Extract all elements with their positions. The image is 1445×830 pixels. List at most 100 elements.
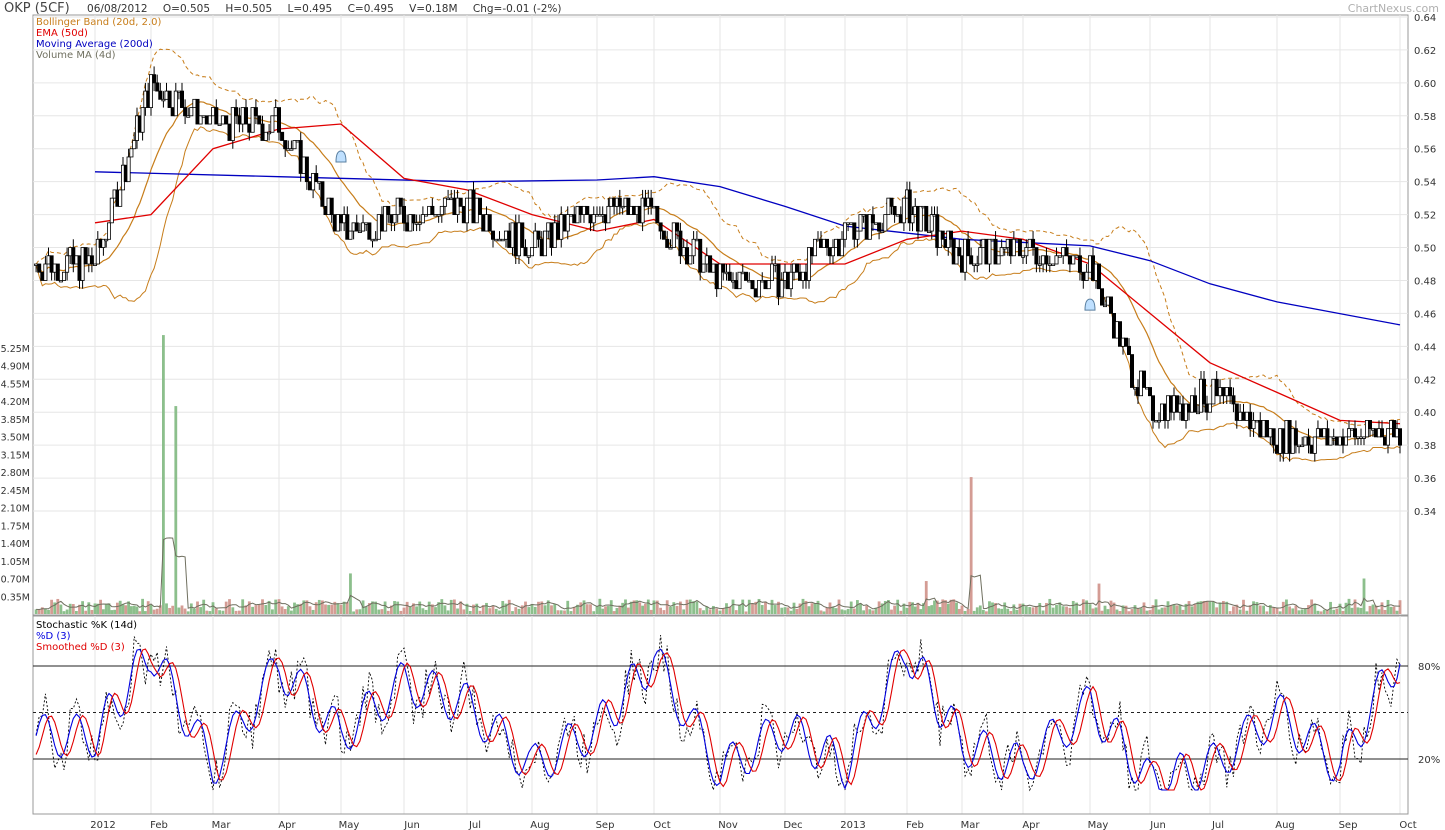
- volume-bar: [978, 605, 982, 614]
- volume-bar: [810, 603, 814, 614]
- volume-bar: [607, 606, 610, 614]
- volume-tick-label: 1.40M: [1, 539, 30, 550]
- volume-bar: [286, 606, 290, 614]
- volume-bar: [44, 608, 47, 614]
- candle-body: [1021, 255, 1026, 258]
- candle-body: [1074, 255, 1079, 258]
- candle-body: [487, 214, 492, 232]
- volume-bar: [871, 610, 875, 614]
- volume-bar: [537, 601, 540, 614]
- volume-bar: [514, 607, 518, 614]
- volume-bar: [424, 609, 428, 614]
- x-tick-label: Aug: [530, 820, 550, 830]
- volume-bar: [592, 611, 596, 614]
- candle-body: [536, 230, 541, 240]
- volume-bar: [475, 603, 479, 614]
- volume-bar: [1242, 599, 1245, 614]
- volume-bar: [110, 610, 114, 614]
- volume-bar: [1398, 600, 1402, 614]
- candle-body: [704, 255, 709, 265]
- candle-body: [439, 205, 444, 216]
- candle-body: [468, 189, 473, 199]
- volume-bar: [963, 610, 967, 614]
- volume-bar: [1238, 609, 1242, 614]
- volume-bar: [174, 406, 178, 614]
- volume-bar: [997, 608, 1000, 614]
- candle-body: [401, 205, 406, 224]
- volume-bar: [155, 608, 159, 614]
- volume-bar: [1332, 609, 1336, 614]
- candle-body: [240, 107, 245, 125]
- candle-body: [179, 90, 184, 108]
- candle-body: [152, 74, 157, 84]
- candle-body: [89, 255, 94, 265]
- volume-bar: [692, 601, 695, 614]
- x-tick-label: Mar: [212, 820, 232, 830]
- candle-body: [1319, 428, 1324, 438]
- volume-bar: [789, 610, 793, 614]
- volume-bar: [972, 610, 976, 614]
- quote-high: H=0.505: [225, 3, 273, 15]
- candle-body: [565, 214, 570, 232]
- candle-body: [189, 107, 194, 117]
- candle-body: [1044, 255, 1049, 265]
- candle-body: [1130, 354, 1135, 388]
- volume-bar: [180, 605, 184, 614]
- candle-body: [901, 197, 906, 224]
- candle-body: [414, 222, 419, 225]
- candle-body: [1208, 403, 1213, 413]
- candle-body: [338, 214, 343, 224]
- volume-bar: [991, 602, 994, 614]
- volume-bar: [1356, 607, 1360, 614]
- volume-bar: [75, 611, 78, 614]
- volume-bar: [1118, 611, 1122, 614]
- candle-body: [314, 173, 319, 183]
- volume-bar: [1163, 607, 1167, 614]
- candle-body: [267, 131, 272, 135]
- volume-bar: [792, 602, 796, 614]
- volume-bar: [946, 603, 950, 614]
- price-tick-label: 0.58: [1414, 112, 1436, 123]
- candle-body: [1254, 420, 1259, 423]
- volume-bar: [1145, 610, 1149, 614]
- candle-body: [978, 247, 983, 265]
- candle-body: [740, 271, 745, 275]
- volume-bar: [786, 607, 790, 614]
- volume-bar: [1068, 607, 1072, 614]
- volume-bar: [1262, 605, 1265, 614]
- candle-body: [1228, 387, 1233, 397]
- volume-bar: [646, 599, 650, 614]
- candle-body: [855, 230, 860, 240]
- candle-body: [987, 238, 992, 265]
- volume-bar: [702, 610, 705, 614]
- candle-body: [969, 255, 974, 265]
- x-tick-label: Oct: [1399, 820, 1416, 830]
- volume-bar: [1187, 601, 1191, 614]
- volume-bar: [494, 608, 498, 614]
- volume-bar: [530, 603, 534, 614]
- volume-bar: [118, 600, 122, 614]
- candle-body: [870, 214, 875, 224]
- stochastic-tick-label: 80%: [1418, 662, 1440, 673]
- candle-body: [1344, 436, 1349, 446]
- volume-bar: [130, 606, 133, 614]
- volume-bar: [1041, 610, 1045, 614]
- volume-bar: [165, 603, 168, 614]
- volume-bar: [408, 607, 412, 614]
- candle-body: [1041, 255, 1046, 265]
- volume-bar: [919, 609, 923, 614]
- candle-body: [458, 197, 463, 207]
- volume-bar: [1031, 607, 1035, 614]
- volume-bar: [1288, 606, 1291, 614]
- volume-bar: [652, 600, 656, 614]
- candle-body: [247, 123, 252, 133]
- candle-body: [734, 280, 739, 290]
- candle-body: [1284, 420, 1289, 454]
- volume-bar: [1085, 600, 1089, 614]
- volume-bar: [488, 608, 492, 614]
- volume-bar: [186, 611, 190, 614]
- volume-bar: [1368, 605, 1372, 614]
- candle-body: [760, 280, 765, 283]
- volume-bar: [1205, 601, 1209, 614]
- candle-body: [155, 82, 160, 92]
